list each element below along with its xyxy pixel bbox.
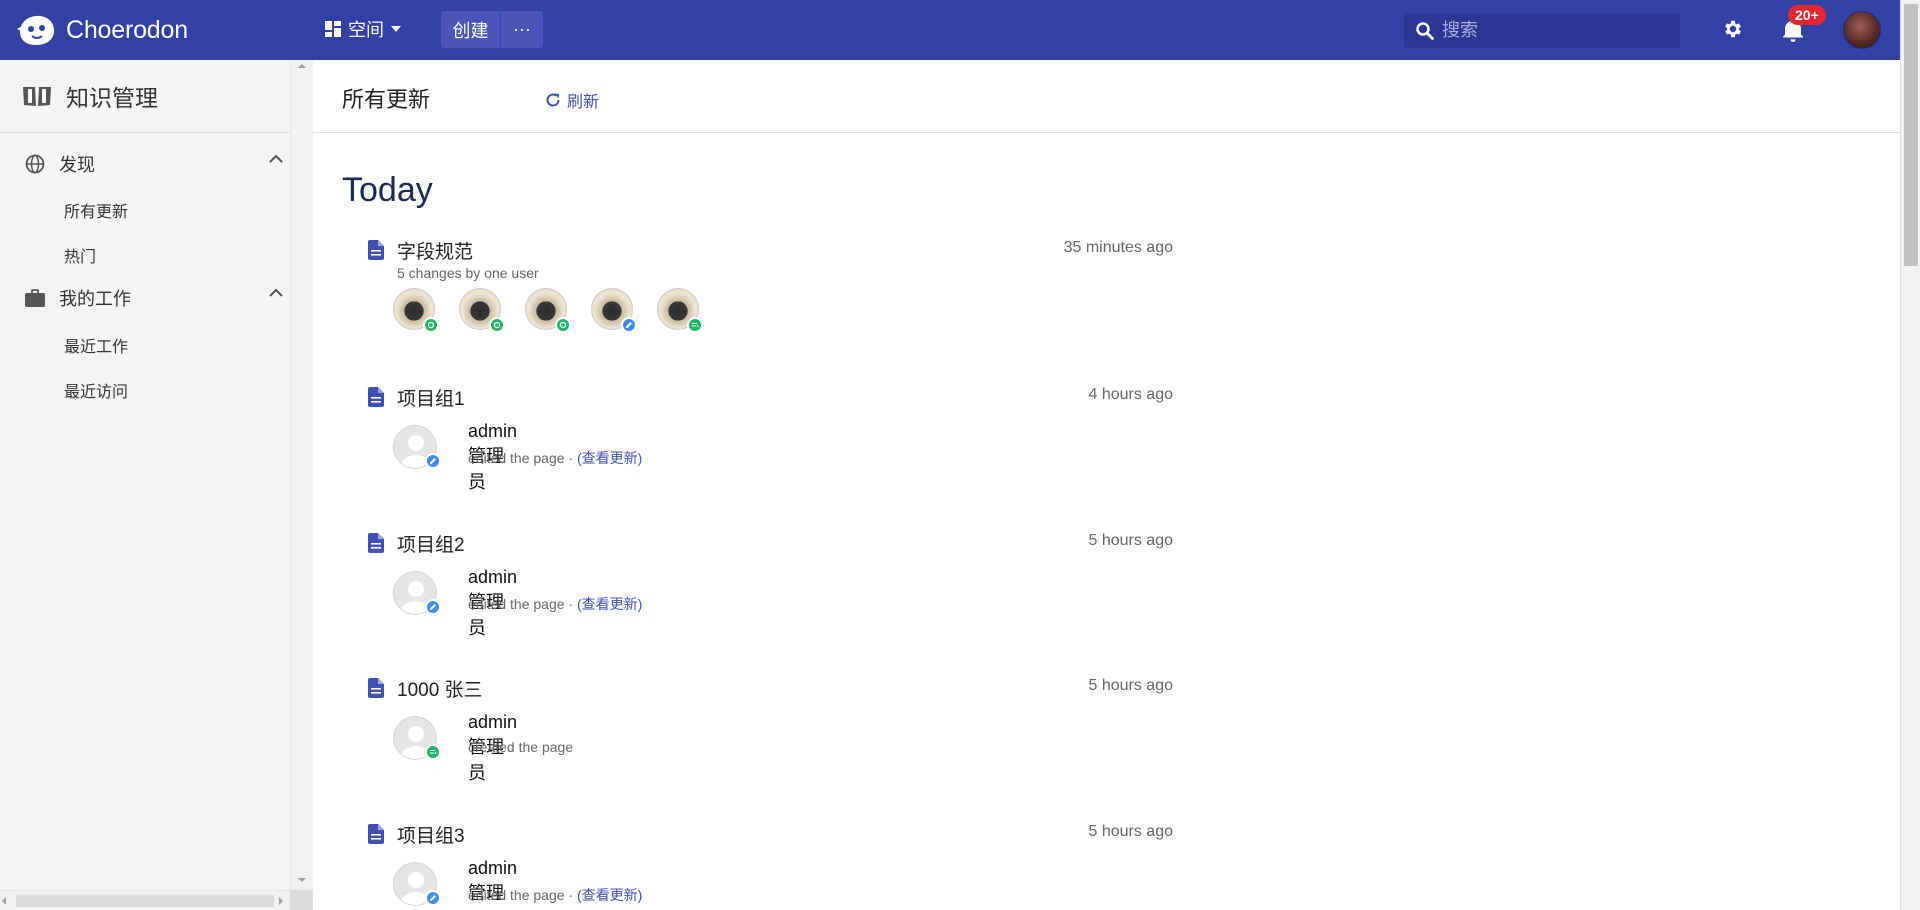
chevron-up-icon[interactable]	[269, 154, 283, 163]
page-link[interactable]: 项目组3	[397, 821, 465, 848]
page-title: 所有更新	[342, 87, 431, 112]
edit-badge-icon	[621, 317, 637, 333]
action-text: edited the page	[468, 450, 565, 466]
settings-gear-icon[interactable]	[1722, 18, 1744, 40]
sidebar-content: 知识管理 发现 所有更新 热门 我的工作 最近工作 最近访问	[0, 60, 290, 890]
app-name: Choerodon	[66, 15, 188, 44]
notification-count-badge: 20+	[1788, 5, 1826, 25]
separator: ·	[564, 887, 577, 903]
search-icon	[1416, 21, 1434, 40]
sidebar-item-recent-visits[interactable]: 最近访问	[64, 378, 128, 402]
document-icon	[368, 678, 384, 698]
document-icon	[368, 240, 384, 260]
page-vertical-scrollbar[interactable]	[1900, 0, 1920, 910]
timestamp: 35 minutes ago	[1063, 239, 1173, 256]
separator: ·	[564, 450, 577, 466]
page-header: 所有更新 刷新	[313, 60, 1900, 133]
action-text: edited the page	[468, 887, 565, 903]
choerodon-logo-icon	[17, 15, 54, 45]
view-changes-link[interactable]: (查看更新)	[577, 596, 642, 612]
create-button[interactable]: 创建	[441, 11, 500, 48]
page-link[interactable]: 字段规范	[397, 237, 473, 264]
sidebar-item-popular[interactable]: 热门	[64, 243, 96, 267]
scroll-left-arrow-icon[interactable]	[2, 897, 6, 905]
edit-badge-icon	[425, 599, 441, 615]
scroll-down-arrow-icon[interactable]	[298, 878, 306, 882]
refresh-icon	[546, 93, 560, 107]
sidebar-group-my-work[interactable]: 我的工作	[25, 285, 283, 311]
activity-text: created the page	[468, 739, 574, 755]
sidebar-title: 知识管理	[66, 85, 158, 111]
search-input[interactable]	[1442, 20, 1662, 41]
sidebar-group-label: 发现	[59, 155, 95, 175]
sidebar-vertical-scrollbar[interactable]	[290, 60, 313, 890]
change-summary: 5 changes by one user	[397, 265, 539, 281]
sidebar-group-label: 我的工作	[59, 289, 131, 309]
day-heading: Today	[342, 171, 433, 209]
search-box[interactable]	[1404, 13, 1680, 48]
more-options-button[interactable]: ···	[500, 11, 543, 48]
view-changes-link[interactable]: (查看更新)	[577, 887, 642, 903]
timestamp: 4 hours ago	[1088, 386, 1173, 403]
create-button-group: 创建 ···	[441, 11, 543, 48]
separator: ·	[564, 596, 577, 612]
document-icon	[368, 533, 384, 553]
scrollbar-corner	[290, 890, 313, 910]
open-book-icon	[23, 87, 51, 106]
main-content: 所有更新 刷新 Today 字段规范 35 minutes ago 5 chan…	[313, 60, 1900, 910]
activity-text: edited the page · (查看更新)	[468, 594, 642, 614]
top-navigation-bar: Choerodon 空间 创建 ··· 20+	[0, 0, 1900, 60]
app-logo[interactable]: Choerodon	[16, 12, 188, 48]
user-avatar[interactable]	[1843, 11, 1881, 49]
timestamp: 5 hours ago	[1088, 532, 1173, 549]
document-icon	[368, 824, 384, 844]
sidebar-item-recent-work[interactable]: 最近工作	[64, 333, 128, 357]
scrollbar-thumb[interactable]	[1904, 4, 1918, 266]
activity-text: edited the page · (查看更新)	[468, 885, 642, 905]
scroll-up-arrow-icon[interactable]	[298, 64, 306, 68]
globe-icon	[25, 154, 45, 174]
page-link[interactable]: 项目组2	[397, 530, 465, 557]
create-badge-icon	[687, 317, 703, 333]
caret-down-icon	[391, 26, 401, 32]
activity-text: edited the page · (查看更新)	[468, 448, 642, 468]
sidebar-item-all-updates[interactable]: 所有更新	[64, 198, 128, 222]
restore-badge-icon	[423, 317, 439, 333]
timestamp: 5 hours ago	[1088, 677, 1173, 694]
refresh-label: 刷新	[567, 94, 600, 111]
sidebar: 知识管理 发现 所有更新 热门 我的工作 最近工作 最近访问	[0, 60, 313, 910]
chevron-up-icon[interactable]	[269, 288, 283, 297]
sidebar-header: 知识管理	[22, 79, 158, 113]
edit-badge-icon	[425, 890, 441, 906]
view-changes-link[interactable]: (查看更新)	[577, 450, 642, 466]
restore-badge-icon	[489, 317, 505, 333]
edit-badge-icon	[425, 453, 441, 469]
sidebar-group-discover[interactable]: 发现	[25, 151, 283, 177]
sidebar-divider	[0, 132, 290, 133]
space-label: 空间	[348, 20, 384, 40]
action-text: edited the page	[468, 596, 565, 612]
scroll-right-arrow-icon[interactable]	[279, 897, 283, 905]
refresh-button[interactable]: 刷新	[545, 88, 599, 112]
restore-badge-icon	[555, 317, 571, 333]
sidebar-horizontal-scrollbar[interactable]	[0, 890, 290, 910]
briefcase-icon	[25, 289, 45, 307]
document-icon	[368, 387, 384, 407]
timestamp: 5 hours ago	[1088, 823, 1173, 840]
page-link[interactable]: 1000 张三	[397, 675, 483, 702]
space-menu-button[interactable]: 空间	[325, 16, 401, 42]
scrollbar-thumb[interactable]	[16, 895, 274, 907]
page-link[interactable]: 项目组1	[397, 384, 465, 411]
create-badge-icon	[425, 744, 441, 760]
dashboard-icon	[325, 21, 341, 37]
